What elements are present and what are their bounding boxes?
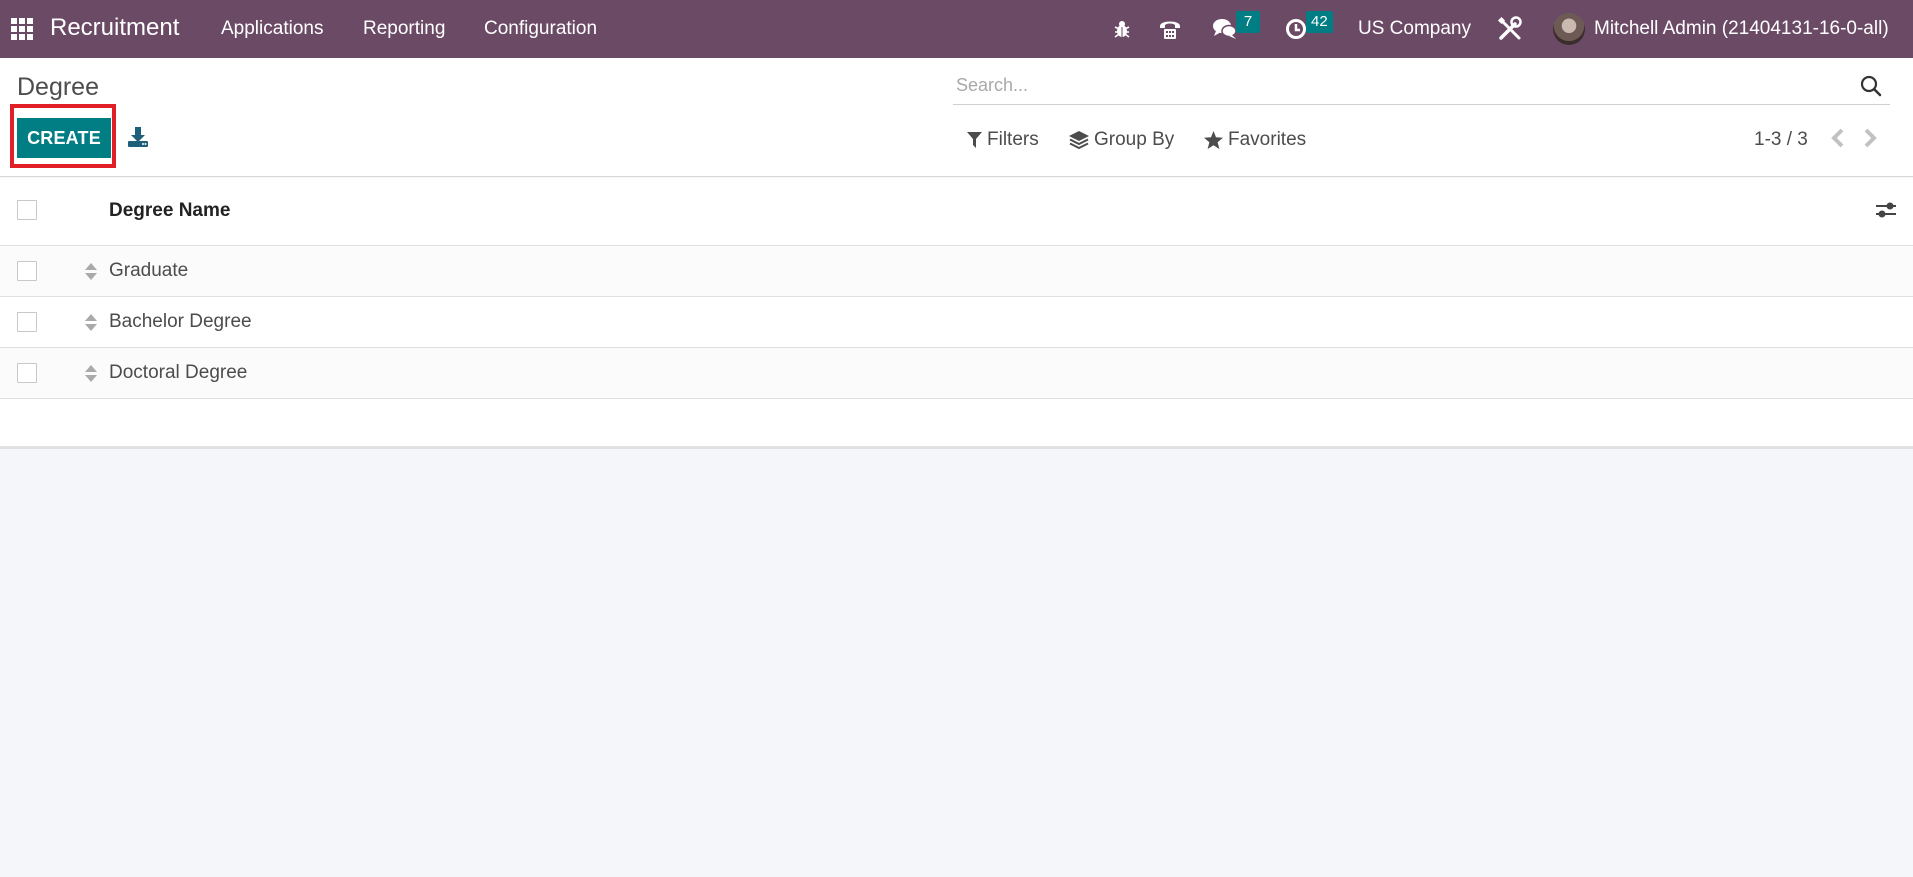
layers-icon: [1069, 131, 1089, 149]
user-menu[interactable]: Mitchell Admin (21404131-16-0-all): [1594, 18, 1889, 40]
company-switcher[interactable]: US Company: [1358, 18, 1471, 40]
chevron-left-icon: [1831, 128, 1844, 148]
filters-label: Filters: [987, 129, 1039, 150]
drag-handle-icon[interactable]: [85, 263, 97, 280]
degree-name: Doctoral Degree: [109, 362, 248, 383]
favorites-button[interactable]: Favorites: [1204, 129, 1306, 151]
pager-next-button[interactable]: [1862, 128, 1882, 150]
table-row[interactable]: Doctoral Degree: [0, 348, 1913, 399]
search-input[interactable]: [953, 75, 1833, 96]
chevron-right-icon: [1864, 128, 1877, 148]
degree-name: Graduate: [109, 260, 189, 281]
degree-name: Bachelor Degree: [109, 311, 252, 332]
optional-columns-icon[interactable]: [1875, 200, 1897, 222]
group-by-label: Group By: [1094, 129, 1175, 150]
messages-count-badge: 7: [1236, 11, 1260, 33]
drag-handle-icon[interactable]: [85, 365, 97, 382]
menu-applications[interactable]: Applications: [221, 18, 323, 40]
app-name[interactable]: Recruitment: [50, 14, 179, 42]
degree-list: Degree Name Graduate Bachelor Degree Doc…: [0, 178, 1913, 449]
pager-value[interactable]: 1-3 / 3: [1754, 129, 1808, 151]
list-header: Degree Name: [0, 178, 1913, 246]
favorites-label: Favorites: [1228, 129, 1307, 150]
drag-handle-icon[interactable]: [85, 314, 97, 331]
group-by-button[interactable]: Group By: [1069, 129, 1174, 151]
pager-previous-button[interactable]: [1830, 128, 1850, 150]
table-row[interactable]: Bachelor Degree: [0, 297, 1913, 348]
activities-count-badge: 42: [1306, 11, 1333, 33]
top-navbar: Recruitment Applications Reporting Confi…: [0, 0, 1913, 58]
row-checkbox[interactable]: [17, 261, 37, 281]
search-bar: [953, 67, 1890, 105]
bug-icon[interactable]: [1110, 14, 1134, 44]
apps-grid-icon[interactable]: [11, 18, 33, 40]
create-button[interactable]: CREATE: [17, 118, 111, 158]
menu-reporting[interactable]: Reporting: [363, 18, 445, 40]
control-panel: Degree CREATE Filters Group By Favorites…: [0, 58, 1913, 177]
user-avatar[interactable]: [1553, 13, 1585, 45]
row-checkbox[interactable]: [17, 363, 37, 383]
clock-icon[interactable]: [1284, 14, 1308, 44]
search-icon[interactable]: [1860, 75, 1882, 97]
filters-button[interactable]: Filters: [967, 129, 1039, 151]
star-icon: [1204, 131, 1223, 149]
tools-icon[interactable]: [1496, 14, 1524, 44]
row-checkbox[interactable]: [17, 312, 37, 332]
filter-icon: [967, 132, 982, 148]
column-header-degree-name[interactable]: Degree Name: [109, 200, 230, 222]
phone-icon[interactable]: [1157, 14, 1183, 44]
chat-icon[interactable]: [1212, 14, 1238, 44]
download-icon[interactable]: [127, 126, 149, 148]
breadcrumb: Degree: [17, 73, 99, 101]
menu-configuration[interactable]: Configuration: [484, 18, 597, 40]
select-all-checkbox[interactable]: [17, 200, 37, 220]
table-row[interactable]: Graduate: [0, 246, 1913, 297]
